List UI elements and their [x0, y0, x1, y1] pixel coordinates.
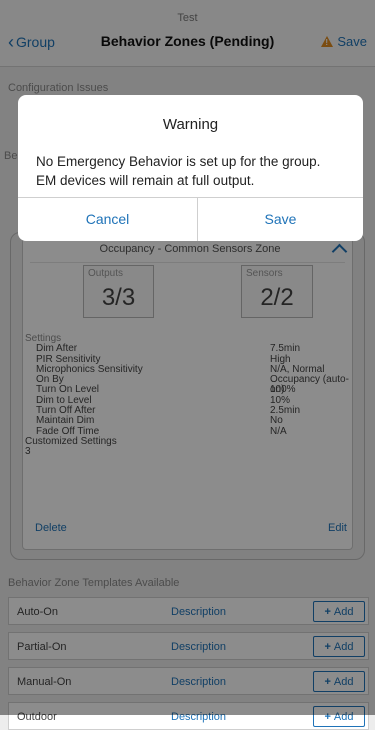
dialog-message-line2: EM devices will remain at full output.	[36, 173, 255, 188]
dialog-save-button[interactable]: Save	[198, 197, 363, 241]
dialog-title: Warning	[162, 116, 219, 133]
dialog-message: No Emergency Behavior is set up for the …	[36, 152, 354, 190]
warning-dialog: Warning No Emergency Behavior is set up …	[18, 95, 363, 241]
dialog-cancel-button[interactable]: Cancel	[18, 197, 197, 241]
dialog-message-line1: No Emergency Behavior is set up for the …	[36, 154, 321, 169]
